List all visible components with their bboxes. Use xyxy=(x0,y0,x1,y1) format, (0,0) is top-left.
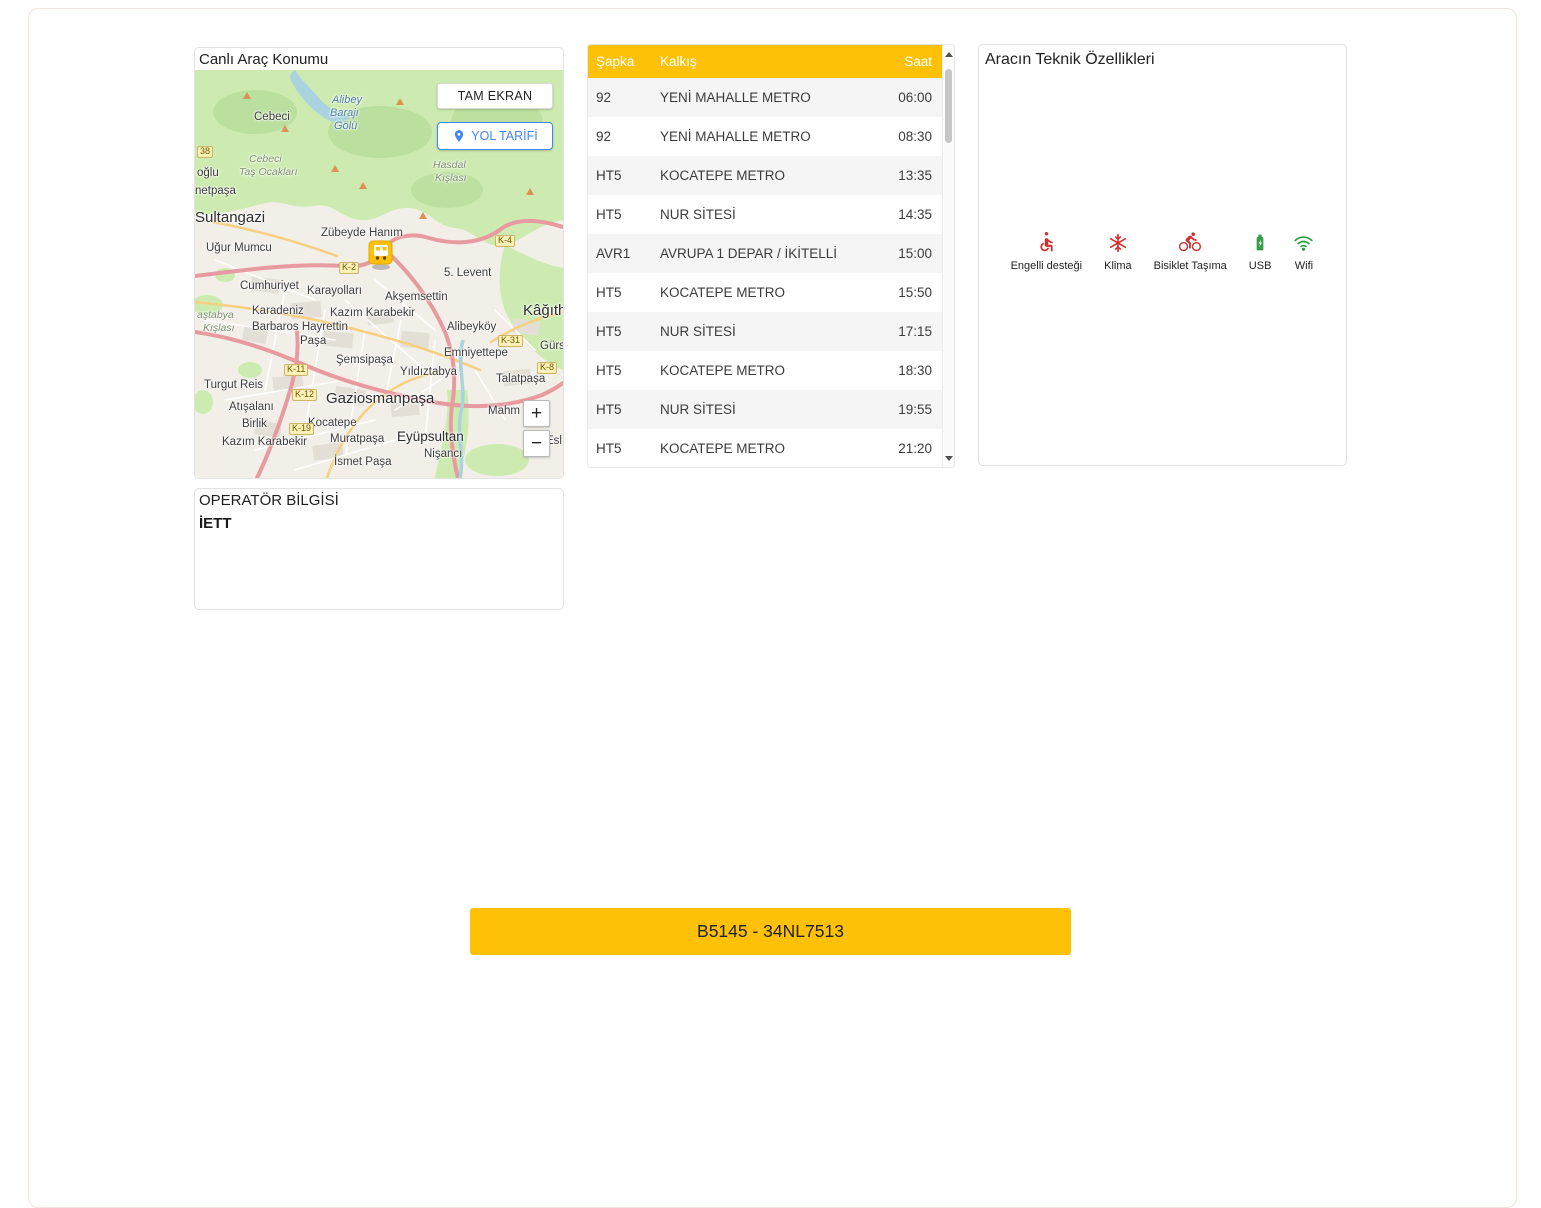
row-departure: KOCATEPE METRO xyxy=(660,285,874,300)
row-line-code: HT5 xyxy=(588,285,660,300)
row-departure: NUR SİTESİ xyxy=(660,207,874,222)
operator-info-card: OPERATÖR BİLGİSİ İETT xyxy=(194,488,564,610)
row-line-code: AVR1 xyxy=(588,246,660,261)
map-canvas[interactable]: Cebeci 38 Cebeci Taş Ocakları oğlu netpa… xyxy=(195,70,563,478)
scroll-up-arrow-icon[interactable] xyxy=(943,47,955,61)
row-line-code: 92 xyxy=(588,90,660,105)
zoom-in-button[interactable]: + xyxy=(523,400,550,427)
row-time: 08:30 xyxy=(874,129,944,144)
fullscreen-button-label: TAM EKRAN xyxy=(458,89,533,103)
feature-accessibility: Engelli desteği xyxy=(1011,227,1083,272)
plus-icon: + xyxy=(531,404,542,423)
row-line-code: HT5 xyxy=(588,441,660,456)
schedule-row: HT5 KOCATEPE METRO 15:50 xyxy=(588,273,944,312)
row-time: 14:35 xyxy=(874,207,944,222)
feature-label: USB xyxy=(1249,260,1272,272)
schedule-row: 92 YENİ MAHALLE METRO 06:00 xyxy=(588,78,944,117)
scrollbar-thumb[interactable] xyxy=(945,69,952,143)
live-location-card: Canlı Araç Konumu xyxy=(194,47,564,479)
usb-battery-icon xyxy=(1250,227,1270,253)
schedule-row: AVR1 AVRUPA 1 DEPAR / İKİTELLİ 15:00 xyxy=(588,234,944,273)
schedule-row: HT5 KOCATEPE METRO 18:30 xyxy=(588,351,944,390)
row-line-code: HT5 xyxy=(588,402,660,417)
row-departure: KOCATEPE METRO xyxy=(660,168,874,183)
feature-usb: USB xyxy=(1249,227,1272,272)
row-departure: AVRUPA 1 DEPAR / İKİTELLİ xyxy=(660,246,874,261)
table-scrollbar[interactable] xyxy=(942,45,954,467)
schedule-row: HT5 NUR SİTESİ 14:35 xyxy=(588,195,944,234)
row-time: 15:50 xyxy=(874,285,944,300)
feature-label: Klima xyxy=(1104,260,1132,272)
row-time: 06:00 xyxy=(874,90,944,105)
header-departure: Kalkış xyxy=(660,54,874,69)
operator-name: İETT xyxy=(195,511,563,536)
row-departure: NUR SİTESİ xyxy=(660,324,874,339)
tech-specs-card: Aracın Teknik Özellikleri Engelli desteğ… xyxy=(978,44,1347,466)
row-departure: KOCATEPE METRO xyxy=(660,363,874,378)
feature-ac: Klima xyxy=(1104,227,1132,272)
row-time: 13:35 xyxy=(874,168,944,183)
row-time: 15:00 xyxy=(874,246,944,261)
bicycle-icon xyxy=(1178,227,1202,253)
wheelchair-icon xyxy=(1036,227,1057,253)
feature-label: Wifi xyxy=(1295,260,1313,272)
directions-button[interactable]: YOL TARİFİ xyxy=(437,122,553,150)
schedule-header-row: Şapka Kalkış Saat xyxy=(588,45,944,78)
tech-card-title: Aracın Teknik Özellikleri xyxy=(979,45,1346,75)
feature-wifi: Wifi xyxy=(1293,227,1314,272)
row-line-code: 92 xyxy=(588,129,660,144)
row-time: 21:20 xyxy=(874,441,944,456)
location-pin-icon xyxy=(452,129,466,143)
directions-button-label: YOL TARİFİ xyxy=(471,129,537,143)
row-time: 18:30 xyxy=(874,363,944,378)
row-time: 17:15 xyxy=(874,324,944,339)
row-line-code: HT5 xyxy=(588,324,660,339)
departure-schedule-table: Şapka Kalkış Saat 92 YENİ MAHALLE METRO … xyxy=(587,44,955,468)
row-line-code: HT5 xyxy=(588,363,660,378)
row-time: 19:55 xyxy=(874,402,944,417)
row-departure: YENİ MAHALLE METRO xyxy=(660,90,874,105)
schedule-row: HT5 NUR SİTESİ 17:15 xyxy=(588,312,944,351)
header-time: Saat xyxy=(874,54,944,69)
feature-icons-row: Engelli desteği Klima xyxy=(979,227,1346,272)
zoom-out-button[interactable]: − xyxy=(523,430,550,457)
row-departure: NUR SİTESİ xyxy=(660,402,874,417)
map-card-title: Canlı Araç Konumu xyxy=(195,48,563,70)
row-line-code: HT5 xyxy=(588,168,660,183)
snowflake-icon xyxy=(1108,227,1128,253)
schedule-row: HT5 KOCATEPE METRO 13:35 xyxy=(588,156,944,195)
row-departure: KOCATEPE METRO xyxy=(660,441,874,456)
minus-icon: − xyxy=(531,434,542,453)
vehicle-code-label: B5145 - 34NL7513 xyxy=(697,921,844,942)
scroll-down-arrow-icon[interactable] xyxy=(943,451,955,465)
vehicle-code-banner: B5145 - 34NL7513 xyxy=(470,908,1071,955)
wifi-icon xyxy=(1293,227,1314,253)
feature-label: Bisiklet Taşıma xyxy=(1154,260,1227,272)
schedule-body: 92 YENİ MAHALLE METRO 06:00 92 YENİ MAHA… xyxy=(588,78,954,468)
operator-card-title: OPERATÖR BİLGİSİ xyxy=(195,489,563,511)
row-departure: YENİ MAHALLE METRO xyxy=(660,129,874,144)
schedule-row: HT5 KOCATEPE METRO 21:20 xyxy=(588,429,944,468)
schedule-row: 92 YENİ MAHALLE METRO 08:30 xyxy=(588,117,944,156)
feature-bicycle: Bisiklet Taşıma xyxy=(1154,227,1227,272)
row-line-code: HT5 xyxy=(588,207,660,222)
feature-label: Engelli desteği xyxy=(1011,260,1083,272)
schedule-row: HT5 NUR SİTESİ 19:55 xyxy=(588,390,944,429)
fullscreen-button[interactable]: TAM EKRAN xyxy=(437,83,553,109)
header-code: Şapka xyxy=(588,54,660,69)
